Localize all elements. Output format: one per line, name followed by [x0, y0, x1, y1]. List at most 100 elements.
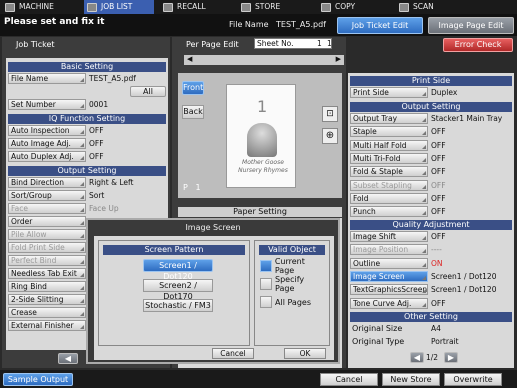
right-output-row[interactable]: Subset Stapling OFF: [350, 179, 512, 191]
tab-scan[interactable]: SCAN: [396, 0, 466, 14]
tab-machine[interactable]: MACHINE: [2, 0, 72, 14]
file-name-row[interactable]: File Name TEST_A5.pdf: [8, 73, 166, 84]
quality-row[interactable]: Outline ON: [350, 257, 512, 269]
right-output-row[interactable]: Output Tray Stacker1 Main Tray: [350, 113, 512, 124]
tab-job-list[interactable]: JOB LIST: [84, 0, 154, 14]
right-output-row[interactable]: Staple OFF: [350, 126, 512, 138]
dialog-cancel-button[interactable]: Cancel: [212, 348, 254, 359]
quality-row[interactable]: TextGraphicsScreen Screen1 / Dot120: [350, 284, 512, 296]
auto-image-adj-label[interactable]: Auto Image Adj.: [8, 138, 86, 149]
iq-row[interactable]: Auto Inspection OFF: [8, 125, 166, 136]
output-setting-label[interactable]: Needless Tab Exit: [8, 268, 86, 279]
output-setting-label[interactable]: Face: [8, 203, 86, 214]
output-setting-label[interactable]: 2-Side Slitting: [8, 294, 86, 305]
all-button[interactable]: All: [130, 86, 166, 97]
overwrite-button[interactable]: Overwrite: [444, 373, 502, 386]
tab-job-ticket-edit[interactable]: Job Ticket Edit: [337, 17, 423, 34]
output-setting-row[interactable]: Sort/Group Sort: [8, 190, 166, 201]
auto-image-adj-value: OFF: [89, 139, 104, 148]
set-number-row[interactable]: Set Number 0001: [8, 99, 166, 110]
output-setting-row[interactable]: Face Face Up: [8, 203, 166, 214]
front-button[interactable]: Front: [182, 81, 204, 95]
quality-label[interactable]: Outline: [350, 257, 428, 269]
file-name-field-label[interactable]: File Name: [8, 73, 86, 84]
quality-label[interactable]: Image Position: [350, 244, 428, 256]
back-button[interactable]: Back: [182, 105, 204, 119]
right-output-label[interactable]: Output Tray: [350, 113, 428, 124]
quality-row[interactable]: Image Shift OFF: [350, 231, 512, 242]
iq-row[interactable]: Auto Image Adj. OFF: [8, 138, 166, 149]
instruction-message: Please set and fix it: [4, 17, 105, 27]
output-setting-label[interactable]: Order: [8, 216, 86, 227]
right-output-row[interactable]: Punch OFF: [350, 206, 512, 218]
tab-copy[interactable]: COPY: [318, 0, 388, 14]
right-output-label[interactable]: Fold: [350, 192, 428, 204]
output-setting-label[interactable]: External Finisher: [8, 320, 86, 331]
left-scroll-up-button[interactable]: ◀: [58, 353, 78, 364]
quality-row[interactable]: Tone Curve Adj. OFF: [350, 297, 512, 309]
quality-label[interactable]: Image Shift: [350, 231, 428, 242]
slider-right-arrow[interactable]: ▶: [336, 55, 341, 63]
output-setting-label[interactable]: Fold Print Side: [8, 242, 86, 253]
page-preview: 1 Mother Goose Nursery Rhymes: [226, 84, 296, 188]
right-output-label[interactable]: Multi Tri-Fold: [350, 152, 428, 164]
image-screen-dialog: Image Screen Screen Pattern Screen1 / Do…: [86, 218, 340, 364]
quality-label[interactable]: TextGraphicsScreen: [350, 284, 428, 296]
error-check-button[interactable]: Error Check: [443, 38, 513, 52]
output-setting-row[interactable]: Bind Direction Right & Left: [8, 177, 166, 188]
print-side-row[interactable]: Print Side Duplex: [350, 87, 512, 98]
cancel-button[interactable]: Cancel: [320, 373, 378, 386]
right-output-label[interactable]: Punch: [350, 206, 428, 218]
screen1-dot120-button[interactable]: Screen1 / Dot120: [143, 259, 213, 281]
all-pages-option[interactable]: All Pages: [260, 295, 326, 309]
auto-inspection-label[interactable]: Auto Inspection: [8, 125, 86, 136]
right-output-row[interactable]: Fold OFF: [350, 192, 512, 204]
right-output-row[interactable]: Multi Tri-Fold OFF: [350, 152, 512, 164]
right-output-label[interactable]: Subset Stapling: [350, 179, 428, 191]
quality-label[interactable]: Tone Curve Adj.: [350, 297, 428, 309]
specify-page-option[interactable]: Specify Page: [260, 275, 326, 293]
right-output-label[interactable]: Multi Half Fold: [350, 139, 428, 151]
tab-image-page-edit[interactable]: Image Page Edit: [428, 17, 514, 34]
output-setting-label[interactable]: Pile Allow: [8, 229, 86, 240]
page-next-button[interactable]: ▶: [444, 352, 458, 363]
page-label: P 1: [183, 183, 201, 192]
output-setting-label[interactable]: Sort/Group: [8, 190, 86, 201]
quality-label[interactable]: Image Screen: [350, 270, 428, 282]
right-output-row[interactable]: Fold & Staple OFF: [350, 166, 512, 178]
print-side-label[interactable]: Print Side: [350, 87, 428, 98]
right-output-label[interactable]: Fold & Staple: [350, 166, 428, 178]
dialog-body: Screen Pattern Screen1 / Dot120 Screen2 …: [94, 236, 334, 360]
quality-row[interactable]: Image Position ----: [350, 244, 512, 256]
slider-left-arrow[interactable]: ◀: [187, 55, 192, 63]
auto-duplex-adj-label[interactable]: Auto Duplex Adj.: [8, 151, 86, 162]
tab-store[interactable]: STORE: [238, 0, 308, 14]
screen2-dot170-button[interactable]: Screen2 / Dot170: [143, 279, 213, 301]
set-number-label[interactable]: Set Number: [8, 99, 86, 110]
right-output-label[interactable]: Staple: [350, 126, 428, 138]
quality-row[interactable]: Image Screen Screen1 / Dot120: [350, 270, 512, 282]
machine-icon: [5, 2, 15, 12]
dialog-ok-button[interactable]: OK: [284, 348, 326, 359]
output-setting-label[interactable]: Ring Bind: [8, 281, 86, 292]
zoom-in-icon[interactable]: ⊕: [322, 128, 338, 144]
radio-unselected-icon: [260, 278, 272, 290]
paper-setting-header: Paper Setting: [178, 207, 342, 217]
current-page-option[interactable]: Current Page: [260, 257, 326, 275]
output-setting-label[interactable]: Crease: [8, 307, 86, 318]
preview-caption-1: Mother Goose: [242, 159, 284, 166]
right-output-row[interactable]: Multi Half Fold OFF: [350, 139, 512, 151]
zoom-fit-icon[interactable]: ⊡: [322, 106, 338, 122]
radio-unselected-icon: [260, 296, 272, 308]
sample-output-button[interactable]: Sample Output: [3, 373, 73, 386]
tab-recall[interactable]: RECALL: [160, 0, 230, 14]
stochastic-fm3-button[interactable]: Stochastic / FM3: [143, 299, 213, 312]
output-setting-label[interactable]: Perfect Bind: [8, 255, 86, 266]
store-icon: [241, 2, 251, 12]
output-setting-label[interactable]: Bind Direction: [8, 177, 86, 188]
sheet-slider[interactable]: ◀ ▶: [184, 55, 344, 65]
iq-row[interactable]: Auto Duplex Adj. OFF: [8, 151, 166, 162]
new-store-button[interactable]: New Store: [382, 373, 440, 386]
sheet-no-field[interactable]: Sheet No. 1 1: [254, 38, 332, 49]
page-prev-button[interactable]: ◀: [410, 352, 424, 363]
